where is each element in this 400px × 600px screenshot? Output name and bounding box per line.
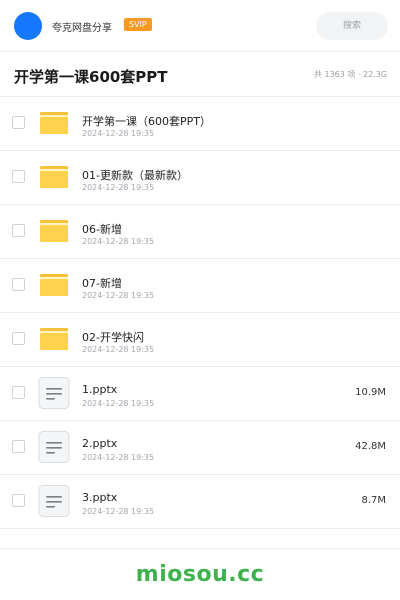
document-icon — [38, 485, 70, 517]
file-name: 2.pptx — [82, 437, 118, 450]
folder-icon — [38, 215, 70, 247]
select-checkbox[interactable] — [12, 116, 25, 129]
file-date: 2024-12-28 19:35 — [82, 453, 155, 462]
file-size: 8.7M — [361, 495, 386, 506]
file-name: 02-开学快闪 — [82, 331, 144, 344]
search-button[interactable]: 搜索 — [316, 12, 388, 40]
top-header: 夸克网盘分享 SVIP 搜索 — [0, 0, 400, 52]
select-checkbox[interactable] — [12, 278, 25, 291]
folder-icon — [38, 269, 70, 301]
select-checkbox[interactable] — [12, 224, 25, 237]
file-date: 2024-12-28 19:35 — [82, 399, 155, 408]
divider — [0, 548, 400, 549]
title-bar: 开学第一课600套PPT 共 1363 项 · 22.3G — [0, 52, 400, 97]
file-count-size: 共 1363 项 · 22.3G — [313, 70, 387, 79]
file-row[interactable]: 07-新增 2024-12-28 19:35 — [0, 259, 400, 313]
file-row[interactable]: 1.pptx 2024-12-28 19:35 10.9M — [0, 367, 400, 421]
select-checkbox[interactable] — [12, 494, 25, 507]
file-name: 07-新增 — [82, 277, 122, 290]
avatar[interactable] — [14, 12, 42, 40]
file-row[interactable]: 3.pptx 2024-12-28 19:35 8.7M — [0, 475, 400, 529]
file-date: 2024-12-28 19:35 — [82, 129, 155, 138]
file-date: 2024-12-28 19:35 — [82, 237, 155, 246]
file-row[interactable]: 02-开学快闪 2024-12-28 19:35 — [0, 313, 400, 367]
select-checkbox[interactable] — [12, 386, 25, 399]
app-name: 夸克网盘分享 — [52, 23, 112, 34]
file-size: 42.8M — [355, 441, 386, 452]
svip-badge: SVIP — [124, 18, 152, 31]
file-size: 10.9M — [355, 387, 386, 398]
file-list: 开学第一课（600套PPT） 2024-12-28 19:35 01-更新款（最新款… — [0, 97, 400, 529]
folder-icon — [38, 323, 70, 355]
document-icon — [38, 431, 70, 463]
file-row[interactable]: 01-更新款（最新款） 2024-12-28 19:35 — [0, 151, 400, 205]
file-name: 3.pptx — [82, 491, 118, 504]
select-checkbox[interactable] — [12, 440, 25, 453]
document-icon — [38, 377, 70, 409]
select-checkbox[interactable] — [12, 332, 25, 345]
watermark: miosou.cc — [135, 562, 265, 587]
file-date: 2024-12-28 19:35 — [82, 183, 155, 192]
file-date: 2024-12-28 19:35 — [82, 291, 155, 300]
file-name: 1.pptx — [82, 383, 118, 396]
file-row[interactable]: 开学第一课（600套PPT） 2024-12-28 19:35 — [0, 97, 400, 151]
select-checkbox[interactable] — [12, 170, 25, 183]
folder-icon — [38, 161, 70, 193]
file-date: 2024-12-28 19:35 — [82, 345, 155, 354]
folder-icon — [38, 107, 70, 139]
page-title: 开学第一课600套PPT — [14, 68, 168, 86]
file-row[interactable]: 06-新增 2024-12-28 19:35 — [0, 205, 400, 259]
file-date: 2024-12-28 19:35 — [82, 507, 155, 516]
file-row[interactable]: 2.pptx 2024-12-28 19:35 42.8M — [0, 421, 400, 475]
file-name: 01-更新款（最新款） — [82, 169, 188, 182]
file-name: 06-新增 — [82, 223, 122, 236]
file-name: 开学第一课（600套PPT） — [82, 115, 211, 128]
